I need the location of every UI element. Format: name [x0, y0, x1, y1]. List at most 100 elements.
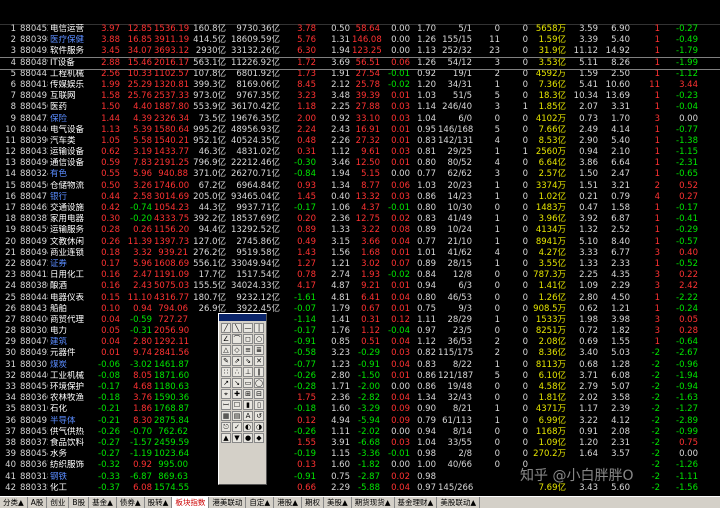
draw-tool-26-icon[interactable]: ⊞ [243, 389, 253, 399]
draw-tool-25-icon[interactable]: ✚ [232, 389, 242, 399]
table-row[interactable]: 38 880372食品饮料 -0.27 -1.572459.59 1.55 3.91 -6.… [0, 438, 720, 449]
draw-tool-11-icon[interactable]: ≣ [254, 345, 264, 355]
market-tab-2[interactable]: 创业 [47, 497, 70, 508]
draw-tool-9-icon[interactable]: ◇ [232, 345, 242, 355]
draw-tool-18-icon[interactable]: ⊥ [243, 367, 253, 377]
draw-tool-20-icon[interactable]: ↗ [221, 378, 231, 388]
table-row[interactable]: 23 880415日用化工 0.16 2.471191.09 17.7亿 1517.54亿… [0, 270, 720, 281]
table-row[interactable]: 33 880456环境保护 -0.17 4.681180.63 -0.28 1.71 -2.… [0, 382, 720, 393]
draw-tool-27-icon[interactable]: ⊟ [254, 389, 264, 399]
draw-tool-1-icon[interactable]: ╲ [232, 323, 242, 333]
draw-tool-31-icon[interactable]: ▯ [254, 400, 264, 410]
column-header-5[interactable] [154, 11, 190, 24]
table-row[interactable]: 5 880447工程机械 2.56 10.331102.57107.8亿 6801.92… [0, 69, 720, 80]
draw-tool-39-icon[interactable]: ◑ [254, 422, 264, 432]
column-header-4[interactable] [122, 11, 154, 24]
column-header-16[interactable] [530, 11, 568, 24]
table-row[interactable]: 31 880301煤炭 -0.06 -3.021461.87 -0.77 1.23 -0.9… [0, 360, 720, 371]
market-tab-6[interactable]: 股转▲ [145, 497, 173, 508]
column-header-9[interactable] [318, 11, 352, 24]
column-header-20[interactable] [662, 11, 700, 24]
table-row[interactable]: 27 880406商贸代理 0.04 -0.59 727.27 -1.14 1.41 0.31… [0, 315, 720, 326]
draw-tool-0-icon[interactable]: ╱ [221, 323, 231, 333]
column-header-17[interactable] [568, 11, 600, 24]
draw-tool-33-icon[interactable]: ▤ [232, 411, 242, 421]
table-row[interactable]: 7 880491互联网 1.58 25.762537.33973.0亿 9767.35亿… [0, 91, 720, 102]
draw-tool-30-icon[interactable]: ▮ [243, 400, 253, 410]
table-row[interactable]: 34 880360农林牧渔 -0.18 3.761590.36 1.75 2.36 -2.8… [0, 393, 720, 404]
market-tab-4[interactable]: 基金▲ [89, 497, 117, 508]
draw-tool-4-icon[interactable]: ∠ [221, 334, 231, 344]
market-tab-1[interactable]: A股 [28, 497, 48, 508]
market-tab-0[interactable]: 分类▲ [0, 497, 28, 508]
table-row[interactable]: 4 880489IT设备 2.88 15.462016.17563.1亿 11226.9… [0, 56, 720, 70]
column-header-1[interactable] [18, 11, 48, 24]
draw-tool-14-icon[interactable]: ⇘ [243, 356, 253, 366]
table-row[interactable]: 3 880493软件服务 3.45 34.073693.12 2930亿 33132.26… [0, 46, 720, 57]
table-row[interactable]: 15 880450仓储物流 0.50 3.261746.00 67.2亿 6964.84亿… [0, 181, 720, 192]
draw-tool-42-icon[interactable]: ● [243, 433, 253, 443]
draw-tool-43-icon[interactable]: ◆ [254, 433, 264, 443]
draw-tool-8-icon[interactable]: △ [221, 345, 231, 355]
market-tab-8[interactable]: 港美联动 [209, 497, 247, 508]
market-tab-13[interactable]: 期货现货▲ [352, 497, 395, 508]
draw-tool-6-icon[interactable]: ◻ [243, 334, 253, 344]
table-row[interactable]: 14 880324有色 0.55 5.96 940.88 371.0亿 26270.71亿 -… [0, 169, 720, 180]
table-row[interactable]: 26880431船舶0.100.94794.0626.9亿3922.45亿-0.… [0, 304, 720, 315]
market-tab-5[interactable]: 债券▲ [117, 497, 145, 508]
column-header-19[interactable] [632, 11, 662, 24]
draw-tool-37-icon[interactable]: ✓ [232, 422, 242, 432]
draw-tool-5-icon[interactable]: ⌒ [232, 334, 242, 344]
table-row[interactable]: 2 880398医疗保健 3.88 16.853911.19414.5亿 18609.5… [0, 35, 720, 46]
column-header-10[interactable] [352, 11, 382, 24]
table-row[interactable]: 30 880492元器件 0.01 9.742841.56 -0.58 3.23 -0.29… [0, 348, 720, 359]
table-row[interactable]: 20 880497文教休闲 0.26 11.391397.73127.0亿 2745.8… [0, 237, 720, 248]
column-header-13[interactable] [438, 11, 474, 24]
draw-tool-34-icon[interactable]: A [243, 411, 253, 421]
draw-tool-28-icon[interactable]: ꟷ [221, 400, 231, 410]
table-row[interactable]: 10880446电气设备1.135.391580.64995.2亿48956.9… [0, 125, 720, 136]
draw-tool-40-icon[interactable]: ▲ [221, 433, 231, 443]
market-tab-10[interactable]: 港股▲ [274, 497, 302, 508]
column-header-8[interactable] [282, 11, 318, 24]
column-header-0[interactable] [0, 11, 18, 24]
draw-tool-13-icon[interactable]: ⇗ [232, 356, 242, 366]
draw-tool-3-icon[interactable]: │ [254, 323, 264, 333]
column-header-12[interactable] [412, 11, 438, 24]
market-tab-11[interactable]: 期权 [302, 497, 324, 508]
table-row[interactable]: 13 880490通信设备 0.59 7.832191.25796.9亿 22212.4… [0, 158, 720, 169]
table-row[interactable]: 18 880387家用电器 0.30 -0.204333.75392.2亿 18537.… [0, 214, 720, 225]
draw-tool-10-icon[interactable]: ≡ [243, 345, 253, 355]
table-row[interactable]: 37 880455供气供热 -0.26 -0.70 762.62 -0.26 1.11 -2.… [0, 427, 720, 438]
draw-tool-7-icon[interactable]: ○ [254, 334, 264, 344]
column-header-11[interactable] [382, 11, 412, 24]
draw-tool-15-icon[interactable]: ✕ [254, 356, 264, 366]
table-row[interactable]: 35 880310石化 -0.21 1.861768.87 -0.18 1.60 -3.29… [0, 404, 720, 415]
table-row[interactable]: 28 880305电力 0.05 -0.312056.90 -0.17 1.76 1.12-… [0, 326, 720, 337]
draw-tool-36-icon[interactable]: ⎋ [221, 422, 231, 432]
column-header-2[interactable] [48, 11, 90, 24]
table-row[interactable]: 16 880471银行 0.44 2.583014.69205.0亿 93465.04亿… [0, 192, 720, 203]
market-tab-3[interactable]: B股 [69, 497, 90, 508]
draw-tool-19-icon[interactable]: ∥ [254, 367, 264, 377]
draw-tool-32-icon[interactable]: ▦ [221, 411, 231, 421]
table-row[interactable]: 1 880452电信运营 3.97 12.851536.19160.8亿 9730.36… [0, 24, 720, 35]
market-tab-15[interactable]: 美股联动▲ [437, 497, 481, 508]
draw-tool-23-icon[interactable]: ◯ [254, 378, 264, 388]
table-row[interactable]: 11 880390汽车类 1.05 5.581540.21952.1亿 40524.35… [0, 136, 720, 147]
market-tab-7[interactable]: 板块指数 [172, 497, 210, 508]
column-header-6[interactable] [190, 11, 228, 24]
table-row[interactable]: 9 880473保险 1.44 4.392326.34 73.5亿 19676.35亿 2.… [0, 114, 720, 125]
table-row[interactable]: 6 880418传媒娱乐 1.99 25.291320.81399.3亿 8169.06… [0, 80, 720, 91]
draw-tool-29-icon[interactable]: ☐ [232, 400, 242, 410]
draw-tool-38-icon[interactable]: ◐ [243, 422, 253, 432]
draw-tool-35-icon[interactable]: ↺ [254, 411, 264, 421]
table-row[interactable]: 19 880459运输服务 0.28 0.261156.20 94.4亿 13292.52… [0, 225, 720, 236]
table-row[interactable]: 29 880476建筑 0.04 2.801292.11 -0.91 0.85 0.51 0.… [0, 337, 720, 348]
draw-tool-16-icon[interactable]: ∷ [221, 367, 231, 377]
draw-tool-2-icon[interactable]: — [243, 323, 253, 333]
draw-tool-41-icon[interactable]: ▼ [232, 433, 242, 443]
draw-tool-17-icon[interactable]: ∴ [232, 367, 242, 377]
column-header-15[interactable] [502, 11, 530, 24]
table-row[interactable]: 17 880465交通设施 0.42 -0.741054.23 44.3亿 9937.71… [0, 203, 720, 214]
